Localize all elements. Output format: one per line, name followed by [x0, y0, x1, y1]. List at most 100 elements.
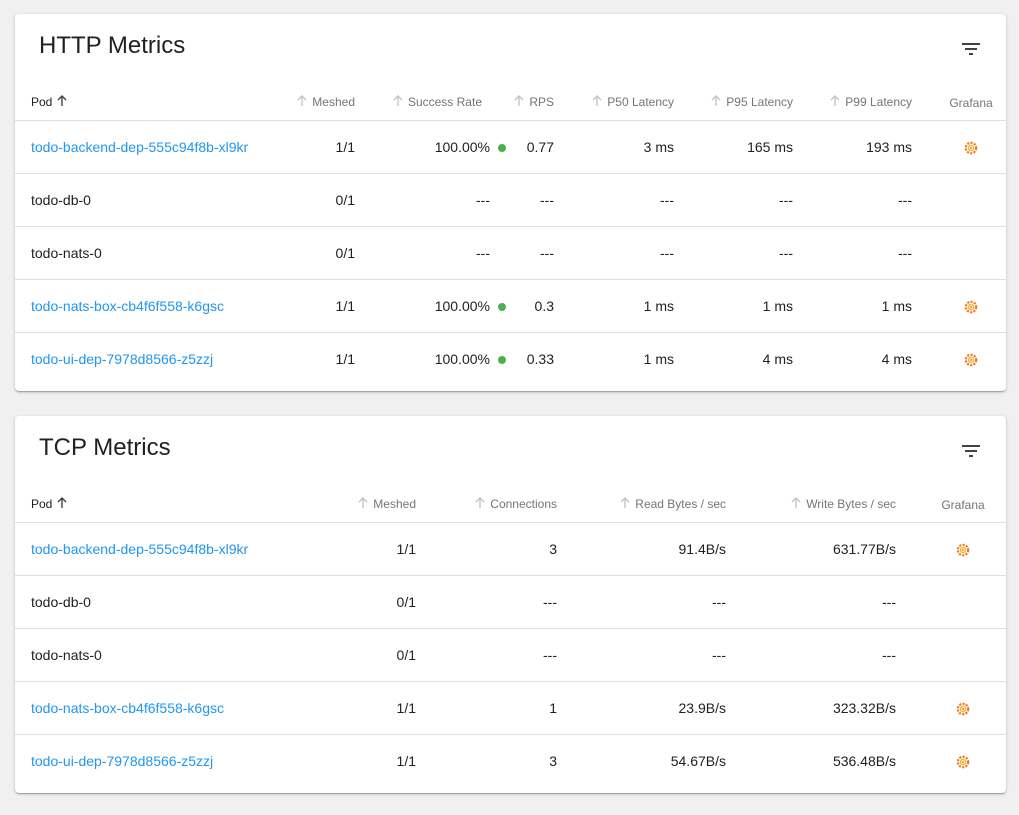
grafana-cell: [936, 226, 1006, 280]
pod-name-cell: todo-nats-box-cb4f6f558-k6gsc: [15, 681, 340, 735]
http-col-meshed[interactable]: Meshed: [279, 84, 379, 121]
pod-link[interactable]: todo-backend-dep-555c94f8b-xl9kr: [31, 139, 248, 155]
http-filter-button[interactable]: [958, 36, 984, 62]
pod-name-cell: todo-backend-dep-555c94f8b-xl9kr: [15, 120, 279, 174]
pod-name-cell: todo-nats-0: [15, 628, 340, 682]
read-bytes-cell: 54.67B/s: [670, 753, 726, 769]
pod-name: todo-nats-0: [31, 647, 102, 663]
connections-cell: ---: [440, 575, 581, 629]
rps-cell: 0.77: [506, 120, 578, 174]
http-col-pod[interactable]: Pod: [15, 84, 279, 121]
meshed-cell: 0/1: [340, 575, 440, 629]
grafana-cell: [920, 628, 1006, 682]
grafana-cell: [920, 735, 1006, 788]
tcp-col-connections[interactable]: Connections: [440, 486, 581, 523]
meshed-cell: 1/1: [335, 351, 355, 367]
p95-latency-cell: 4 ms: [762, 351, 793, 367]
success-rate-cell: ---: [379, 173, 506, 227]
success-rate-value: 100.00%: [434, 351, 490, 367]
grafana-cell: [936, 279, 1006, 333]
pod-link[interactable]: todo-ui-dep-7978d8566-z5zzj: [31, 351, 213, 367]
p50-latency-cell: ---: [578, 226, 698, 280]
connections-cell: 1: [440, 681, 581, 735]
p99-latency-cell: 193 ms: [817, 120, 936, 174]
arrow-up-icon: [358, 496, 368, 508]
filter-icon: [962, 445, 980, 457]
connections-cell: ---: [440, 628, 581, 682]
meshed-cell: 1/1: [340, 681, 440, 735]
success-rate-cell: 100.00%: [379, 279, 506, 333]
success-status-dot: [498, 356, 506, 365]
arrow-up-icon: [830, 94, 840, 106]
tcp-col-meshed[interactable]: Meshed: [340, 486, 440, 523]
http-header-row: Pod Meshed Success Rate RPS P50 Latency …: [15, 84, 1006, 121]
pod-link[interactable]: todo-nats-box-cb4f6f558-k6gsc: [31, 298, 224, 314]
tcp-filter-button[interactable]: [958, 438, 984, 464]
pod-link[interactable]: todo-ui-dep-7978d8566-z5zzj: [31, 753, 213, 769]
rps-cell: ---: [506, 226, 578, 280]
table-row: todo-db-0 0/1 --- --- --- --- ---: [15, 173, 1006, 227]
write-bytes-cell: 323.32B/s: [750, 681, 920, 735]
p95-latency-cell: 165 ms: [698, 120, 817, 174]
table-row: todo-backend-dep-555c94f8b-xl9kr 1/1 100.0…: [15, 120, 1006, 174]
grafana-cell: [920, 575, 1006, 629]
meshed-cell: 0/1: [279, 226, 379, 280]
meshed-cell: 1/1: [279, 120, 379, 174]
read-bytes-cell: ---: [581, 628, 750, 682]
http-col-p50[interactable]: P50 Latency: [578, 84, 698, 121]
filter-icon: [962, 43, 980, 55]
arrow-up-icon: [711, 94, 721, 106]
http-col-p95[interactable]: P95 Latency: [698, 84, 817, 121]
success-rate-cell: ---: [379, 226, 506, 280]
pod-name-cell: todo-nats-0: [15, 226, 279, 280]
grafana-icon[interactable]: [956, 755, 970, 769]
table-row: todo-nats-box-cb4f6f558-k6gsc 1/1 1 23.9B/s…: [15, 681, 1006, 735]
http-col-p99[interactable]: P99 Latency: [817, 84, 936, 121]
http-col-grafana: Grafana: [936, 84, 1006, 121]
p50-latency-cell: 1 ms: [643, 351, 674, 367]
success-status-dot: [498, 303, 506, 312]
http-col-success-rate[interactable]: Success Rate: [379, 84, 506, 121]
rps-cell: 0.33: [526, 351, 554, 367]
http-metrics-table: Pod Meshed Success Rate RPS P50 Latency …: [15, 84, 1006, 385]
p50-latency-cell: ---: [578, 173, 698, 227]
grafana-icon[interactable]: [956, 702, 970, 716]
pod-link[interactable]: todo-backend-dep-555c94f8b-xl9kr: [31, 541, 248, 557]
p95-latency-cell: ---: [698, 226, 817, 280]
pod-link[interactable]: todo-nats-box-cb4f6f558-k6gsc: [31, 700, 224, 716]
arrow-up-icon: [57, 496, 67, 508]
read-bytes-cell: 91.4B/s: [581, 522, 750, 576]
pod-name: todo-db-0: [31, 594, 91, 610]
table-row: todo-nats-box-cb4f6f558-k6gsc 1/1 100.00% 0…: [15, 279, 1006, 333]
tcp-metrics-title: TCP Metrics: [39, 434, 171, 461]
arrow-up-icon: [791, 496, 801, 508]
grafana-icon[interactable]: [964, 141, 978, 155]
arrow-up-icon: [297, 94, 307, 106]
write-bytes-cell: 631.77B/s: [750, 522, 920, 576]
grafana-cell: [920, 522, 1006, 576]
tcp-col-pod[interactable]: Pod: [15, 486, 340, 523]
write-bytes-cell: 536.48B/s: [832, 753, 896, 769]
tcp-metrics-table: Pod Meshed Connections Read Bytes / sec …: [15, 486, 1006, 787]
tcp-col-grafana: Grafana: [920, 486, 1006, 523]
grafana-icon[interactable]: [964, 353, 978, 367]
pod-name-cell: todo-db-0: [15, 173, 279, 227]
success-rate-value: 100.00%: [434, 139, 490, 155]
tcp-col-write-bytes[interactable]: Write Bytes / sec: [750, 486, 920, 523]
table-row: todo-nats-0 0/1 --- --- ---: [15, 628, 1006, 682]
http-col-rps[interactable]: RPS: [506, 84, 578, 121]
tcp-col-read-bytes[interactable]: Read Bytes / sec: [581, 486, 750, 523]
success-rate-cell: 100.00%: [379, 120, 506, 174]
success-rate-cell: 100.00%: [379, 333, 506, 386]
table-row: todo-nats-0 0/1 --- --- --- --- ---: [15, 226, 1006, 280]
read-bytes-cell: 23.9B/s: [581, 681, 750, 735]
rps-cell: 0.3: [506, 279, 578, 333]
pod-name-cell: todo-db-0: [15, 575, 340, 629]
connections-cell: 3: [440, 522, 581, 576]
table-row: todo-db-0 0/1 --- --- ---: [15, 575, 1006, 629]
grafana-icon[interactable]: [964, 300, 978, 314]
pod-name-cell: todo-backend-dep-555c94f8b-xl9kr: [15, 522, 340, 576]
meshed-cell: 0/1: [340, 628, 440, 682]
grafana-icon[interactable]: [956, 543, 970, 557]
p99-latency-cell: ---: [817, 173, 936, 227]
